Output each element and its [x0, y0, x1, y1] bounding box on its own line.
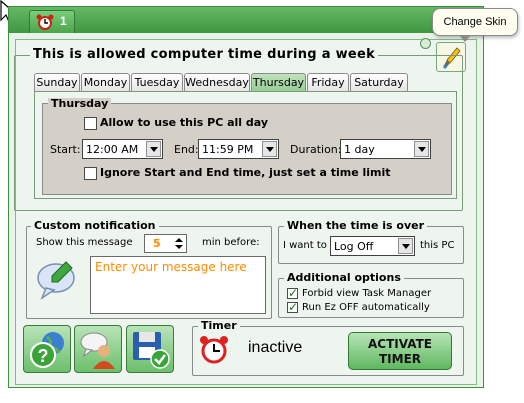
timer-status: inactive — [248, 339, 303, 356]
custom-notification-title: Custom notification — [31, 220, 159, 232]
tab-thursday[interactable]: Thursday — [251, 73, 306, 92]
minutes-value: 5 — [153, 237, 161, 250]
speech-bubble-edit-icon — [37, 261, 75, 300]
activate-label-line2: TIMER — [378, 352, 422, 366]
tab-friday[interactable]: Friday — [307, 73, 349, 92]
i-want-to-label: I want to — [283, 240, 327, 251]
additional-options-title: Additional options — [284, 272, 404, 284]
chevron-down-icon — [398, 238, 413, 254]
help-button[interactable]: ? — [23, 325, 71, 373]
start-time-select[interactable]: 12:00 AM — [82, 139, 163, 159]
run-automatically-checkbox[interactable] — [287, 300, 298, 314]
ignore-time-checkbox[interactable] — [84, 167, 97, 180]
time-over-title: When the time is over — [284, 220, 428, 232]
support-button[interactable] — [74, 325, 122, 373]
forbid-task-manager-checkbox[interactable] — [287, 286, 298, 300]
start-time-value: 12:00 AM — [86, 143, 139, 156]
alarm-clock-icon — [36, 14, 54, 30]
chevron-down-icon — [262, 141, 277, 157]
time-over-action-value: Log Off — [334, 240, 374, 253]
tab-tuesday[interactable]: Tuesday — [131, 73, 183, 92]
activate-label-line1: ACTIVATE — [368, 337, 432, 351]
ignore-time-label: Ignore Start and End time, just set a ti… — [100, 166, 391, 179]
chat-person-icon — [80, 332, 115, 369]
weekly-time-title: This is allowed computer time during a w… — [30, 47, 379, 62]
run-automatically-label: Run Ez OFF automatically — [302, 302, 430, 313]
tab-sunday[interactable]: Sunday — [34, 73, 80, 92]
end-label: End: — [174, 143, 199, 156]
help-globe-icon: ? — [30, 332, 64, 368]
this-pc-label: this PC — [420, 240, 455, 251]
show-message-label: Show this message — [36, 237, 133, 248]
end-time-select[interactable]: 11:59 PM — [198, 139, 279, 159]
minutes-stepper[interactable]: 5 — [144, 234, 187, 253]
chevron-down-icon — [146, 141, 161, 157]
title-bar: 1 — [9, 7, 483, 33]
spin-buttons[interactable] — [173, 236, 185, 251]
thursday-title: Thursday — [48, 98, 112, 110]
end-time-value: 11:59 PM — [202, 143, 254, 156]
forbid-task-manager-label: Forbid view Task Manager — [302, 288, 432, 299]
duration-select[interactable]: 1 day — [340, 139, 431, 159]
minutes-before-label: min before: — [202, 237, 260, 248]
svg-text:?: ? — [38, 346, 49, 366]
duration-value: 1 day — [344, 143, 375, 156]
duration-label: Duration: — [290, 143, 342, 156]
start-label: Start: — [50, 143, 81, 156]
allow-all-day-label: Allow to use this PC all day — [100, 116, 269, 129]
tab-wednesday[interactable]: Wednesday — [184, 73, 250, 92]
tab-saturday[interactable]: Saturday — [350, 73, 408, 92]
change-skin-tooltip: Change Skin — [432, 8, 518, 42]
small-round-icon[interactable] — [420, 38, 431, 49]
save-button[interactable] — [126, 325, 174, 373]
chevron-down-icon — [414, 141, 429, 157]
timer-title: Timer — [198, 320, 240, 332]
profile-tab-1[interactable]: 1 — [29, 10, 75, 33]
message-textarea[interactable]: Enter your message here — [90, 256, 266, 314]
time-over-action-select[interactable]: Log Off — [330, 236, 415, 256]
tab-monday[interactable]: Monday — [81, 73, 130, 92]
tab-number: 1 — [60, 14, 67, 28]
activate-timer-button[interactable]: ACTIVATE TIMER — [348, 332, 452, 370]
save-check-icon — [133, 332, 170, 369]
allow-all-day-checkbox[interactable] — [84, 117, 97, 130]
alarm-clock-icon — [200, 336, 228, 364]
